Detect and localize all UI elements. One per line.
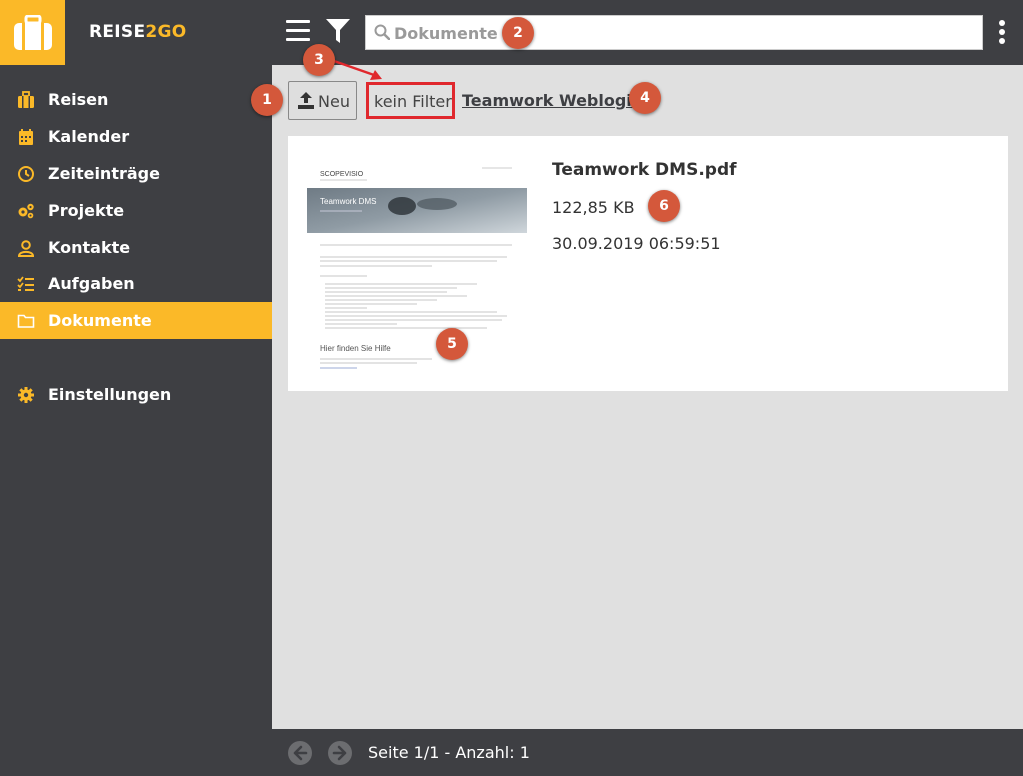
kebab-icon[interactable] bbox=[999, 20, 1007, 46]
sidebar-item-dokumente[interactable]: Dokumente bbox=[0, 302, 272, 339]
suitcase-logo-icon bbox=[13, 14, 52, 50]
search-icon bbox=[374, 24, 390, 40]
sidebar-item-kalender[interactable]: Kalender bbox=[0, 118, 272, 155]
pdf-preview-image: SCOPEVISIO Teamwork DMS Hier finden Sie … bbox=[307, 167, 527, 369]
app-window: REISE2GO Reisen bbox=[0, 0, 1023, 776]
sidebar-item-label: Zeiteinträge bbox=[48, 164, 160, 183]
new-upload-button[interactable]: Neu bbox=[288, 81, 357, 120]
sidebar-item-einstellungen[interactable]: Einstellungen bbox=[0, 376, 272, 413]
annotation-arrow bbox=[333, 59, 382, 80]
gears-icon bbox=[18, 203, 34, 219]
thumb-help-heading: Hier finden Sie Hilfe bbox=[320, 344, 391, 353]
page-info: Seite 1/1 - Anzahl: 1 bbox=[368, 743, 530, 762]
funnel-icon[interactable] bbox=[326, 19, 350, 45]
sidebar-item-label: Projekte bbox=[48, 201, 125, 220]
sidebar-item-label: Einstellungen bbox=[48, 385, 172, 404]
user-icon bbox=[17, 240, 35, 257]
footer-pager: Seite 1/1 - Anzahl: 1 bbox=[272, 729, 1023, 776]
brand-title: REISE2GO bbox=[89, 22, 187, 42]
thumb-logo: SCOPEVISIO bbox=[320, 171, 364, 178]
sidebar-item-aufgaben[interactable]: Aufgaben bbox=[0, 265, 272, 302]
checklist-icon bbox=[17, 276, 34, 291]
sidebar-item-label: Kontakte bbox=[48, 238, 131, 257]
hamburger-icon[interactable] bbox=[286, 20, 310, 42]
sidebar-item-projekte[interactable]: Projekte bbox=[0, 192, 272, 229]
document-date: 30.09.2019 06:59:51 bbox=[552, 234, 721, 253]
document-name: Teamwork DMS.pdf bbox=[552, 160, 737, 180]
sidebar-item-kontakte[interactable]: Kontakte bbox=[0, 229, 272, 266]
annotation-badge-5: 5 bbox=[436, 328, 468, 360]
sidebar-item-label: Dokumente bbox=[48, 311, 152, 330]
sidebar-item-label: Aufgaben bbox=[48, 274, 135, 293]
sidebar-item-label: Kalender bbox=[48, 127, 130, 146]
thumb-title: Teamwork DMS bbox=[320, 197, 376, 206]
arrow-right-icon[interactable] bbox=[328, 741, 352, 765]
clock-icon bbox=[18, 166, 34, 182]
filter-selector-button[interactable]: kein Filter bbox=[366, 82, 455, 119]
sidebar: Reisen Kalender Zeiteinträge Projekte Ko… bbox=[0, 65, 272, 776]
folder-icon bbox=[17, 314, 35, 328]
new-button-label: Neu bbox=[318, 92, 350, 111]
arrow-left-icon[interactable] bbox=[288, 741, 312, 765]
sidebar-item-reisen[interactable]: Reisen bbox=[0, 81, 272, 118]
search-bar[interactable] bbox=[365, 15, 983, 50]
annotation-badge-2: 2 bbox=[502, 17, 534, 49]
upload-icon bbox=[298, 92, 314, 109]
suitcase-icon bbox=[18, 91, 34, 108]
annotation-badge-1: 1 bbox=[251, 84, 283, 116]
search-input[interactable] bbox=[394, 20, 974, 46]
teamwork-weblogin-link[interactable]: Teamwork Weblogin bbox=[462, 91, 643, 110]
calendar-icon bbox=[19, 129, 33, 145]
annotation-badge-4: 4 bbox=[629, 82, 661, 114]
filter-label: kein Filter bbox=[374, 92, 452, 111]
sidebar-item-zeiteintraege[interactable]: Zeiteinträge bbox=[0, 155, 272, 192]
annotation-badge-6: 6 bbox=[648, 190, 680, 222]
annotation-badge-3: 3 bbox=[303, 44, 335, 76]
document-card[interactable]: SCOPEVISIO Teamwork DMS Hier finden Sie … bbox=[288, 136, 1008, 391]
sidebar-item-label: Reisen bbox=[48, 90, 109, 109]
document-size: 122,85 KB bbox=[552, 198, 635, 217]
app-logo[interactable] bbox=[0, 0, 65, 65]
gear-icon bbox=[18, 387, 34, 403]
document-thumbnail[interactable]: SCOPEVISIO Teamwork DMS Hier finden Sie … bbox=[307, 156, 527, 371]
